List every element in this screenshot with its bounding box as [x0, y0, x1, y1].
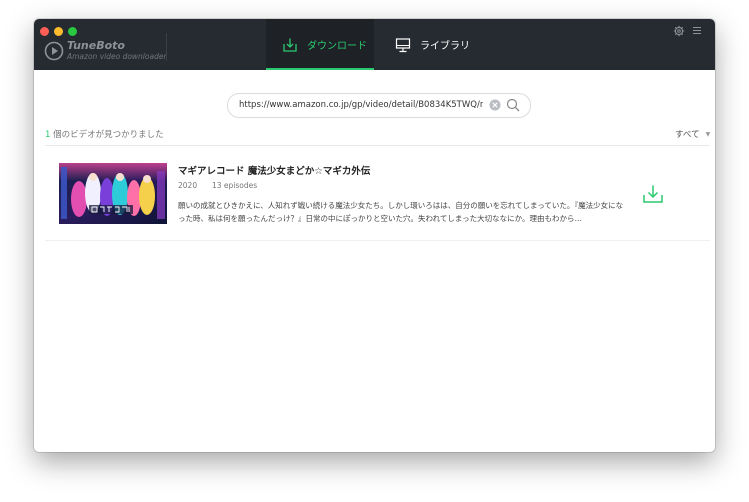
app-subtitle: Amazon video downloader	[67, 52, 167, 61]
menu-icon[interactable]	[692, 26, 702, 35]
list-top-divider	[45, 145, 710, 146]
titlebar-divider	[166, 33, 167, 61]
tab-library[interactable]: ライブラリ	[392, 19, 482, 70]
list-bottom-divider	[45, 240, 710, 241]
tab-library-label: ライブラリ	[420, 41, 470, 52]
filter-dropdown[interactable]: すべて ▼	[675, 128, 710, 140]
tab-download-label: ダウンロード	[307, 41, 367, 52]
download-tab-icon	[283, 38, 297, 52]
video-title: マギアレコード 魔法少女まどか☆マギカ外伝	[178, 166, 371, 177]
tab-download[interactable]: ダウンロード	[266, 19, 374, 70]
app-window: TuneBoto Amazon video downloader ダウンロード …	[34, 19, 715, 452]
video-description: 願いの成就とひきかえに、人知れず戦い続ける魔法少女たち。しかし環いろはは、自分の…	[178, 201, 624, 223]
results-text: 個のビデオが見つかりました	[50, 130, 164, 140]
clear-icon[interactable]	[489, 99, 501, 111]
close-window-button[interactable]	[40, 27, 49, 36]
search-input[interactable]	[239, 97, 483, 113]
monitor-icon	[395, 37, 411, 52]
app-logo-icon	[44, 41, 64, 61]
results-count: 1 個のビデオが見つかりました	[45, 128, 164, 140]
gear-icon[interactable]	[673, 25, 685, 37]
minimize-window-button[interactable]	[54, 27, 63, 36]
zoom-window-button[interactable]	[68, 27, 77, 36]
caret-down-icon: ▼	[705, 131, 711, 138]
video-year: 2020	[178, 181, 198, 190]
search-box	[227, 93, 531, 118]
title-bar: TuneBoto Amazon video downloader ダウンロード …	[34, 19, 715, 70]
video-thumbnail	[59, 163, 167, 224]
download-icon[interactable]	[642, 183, 664, 205]
app-name: TuneBoto	[67, 39, 125, 52]
filter-label: すべて	[675, 130, 700, 140]
search-icon[interactable]	[506, 98, 520, 112]
video-episodes: 13 episodes	[212, 181, 258, 190]
